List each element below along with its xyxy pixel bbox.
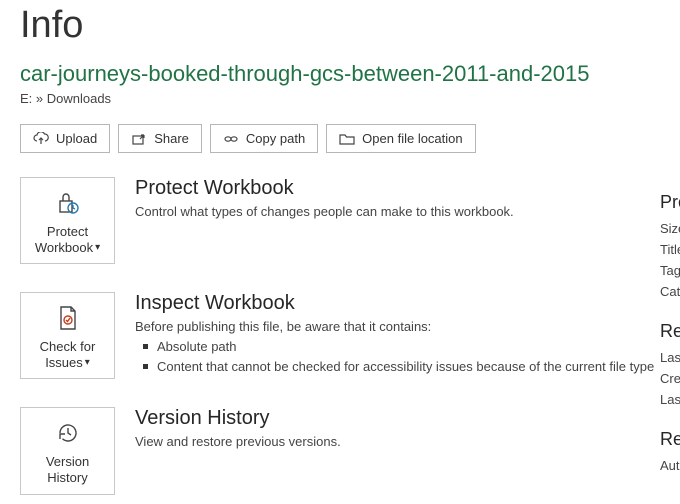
share-label: Share [154,131,189,146]
related-dates-heading: Related Dates [660,321,680,342]
protect-title: Protect Workbook [135,177,660,200]
copy-path-label: Copy path [246,131,305,146]
check-issues-tile[interactable]: Check for Issues▾ [20,292,115,379]
history-icon [55,418,81,448]
chevron-down-icon: ▾ [85,357,90,369]
page-title: Info [20,4,660,47]
history-title: Version History [135,407,660,430]
upload-label: Upload [56,131,97,146]
prop-title: Title [660,242,680,257]
properties-panel: Properties Size Title Tags Category Rela… [660,192,680,495]
protect-workbook-tile[interactable]: Protect Workbook▾ [20,177,115,264]
list-item: Absolute path [157,338,660,356]
toolbar: Upload Share Copy path Open file locatio… [20,124,660,153]
prop-last-printed: Last Printed [660,392,680,407]
history-section: Version History Version History View and… [20,407,660,494]
prop-tags: Tags [660,263,680,278]
share-button[interactable]: Share [118,124,202,153]
protect-desc: Control what types of changes people can… [135,204,660,219]
inspect-section: Check for Issues▾ Inspect Workbook Befor… [20,292,660,379]
history-desc: View and restore previous versions. [135,434,660,449]
inspect-bullets: Absolute path Content that cannot be che… [135,338,660,375]
file-path: E: » Downloads [20,91,660,106]
folder-icon [339,132,355,146]
copy-path-icon [223,132,239,146]
prop-author: Author [660,458,680,473]
open-location-label: Open file location [362,131,462,146]
inspect-title: Inspect Workbook [135,292,660,315]
lock-icon [54,188,82,218]
related-people-heading: Related People [660,429,680,450]
version-history-tile[interactable]: Version History [20,407,115,494]
file-name: car-journeys-booked-through-gcs-between-… [20,61,660,87]
version-history-label: Version History [46,454,89,485]
upload-button[interactable]: Upload [20,124,110,153]
properties-heading: Properties [660,192,680,213]
copy-path-button[interactable]: Copy path [210,124,318,153]
open-location-button[interactable]: Open file location [326,124,475,153]
upload-icon [33,132,49,146]
prop-last-modified: Last Modified [660,350,680,365]
prop-size: Size [660,221,680,236]
protect-section: Protect Workbook▾ Protect Workbook Contr… [20,177,660,264]
chevron-down-icon: ▾ [95,242,100,254]
list-item: Content that cannot be checked for acces… [157,358,660,376]
prop-created: Created [660,371,680,386]
protect-tile-label: Protect Workbook [35,224,93,255]
share-icon [131,132,147,146]
prop-category: Category [660,284,680,299]
check-doc-icon [55,303,81,333]
inspect-desc: Before publishing this file, be aware th… [135,319,660,334]
